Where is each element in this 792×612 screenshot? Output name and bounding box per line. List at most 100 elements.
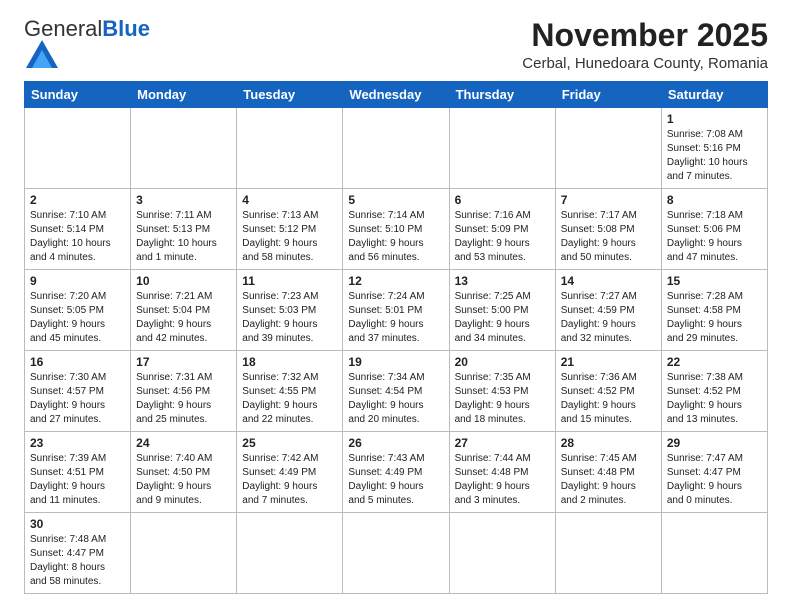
day-info: Sunrise: 7:39 AM Sunset: 4:51 PM Dayligh… <box>30 452 125 508</box>
logo-general: General <box>24 16 102 41</box>
table-row: 5Sunrise: 7:14 AM Sunset: 5:10 PM Daylig… <box>343 189 449 270</box>
table-row <box>237 108 343 189</box>
day-info: Sunrise: 7:10 AM Sunset: 5:14 PM Dayligh… <box>30 209 125 265</box>
day-number: 16 <box>30 355 125 369</box>
table-row: 18Sunrise: 7:32 AM Sunset: 4:55 PM Dayli… <box>237 351 343 432</box>
day-number: 9 <box>30 274 125 288</box>
table-row: 21 Sunrise: 7:36 AM Sunset: 4:52 PM Dayli… <box>555 351 661 432</box>
header-monday: Monday <box>131 82 237 108</box>
calendar: Sunday Monday Tuesday Wednesday Thursday… <box>24 81 768 594</box>
day-number: 24 <box>136 436 231 450</box>
day-number: 28 <box>561 436 656 450</box>
day-number: 17 <box>136 355 231 369</box>
table-row: 26Sunrise: 7:43 AM Sunset: 4:49 PM Dayli… <box>343 432 449 513</box>
table-row: 28 Sunrise: 7:45 AM Sunset: 4:48 PM Dayli… <box>555 432 661 513</box>
table-row <box>131 513 237 594</box>
table-row: 20 Sunrise: 7:35 AM Sunset: 4:53 PM Dayli… <box>449 351 555 432</box>
day-info: Sunrise: 7:35 AM Sunset: 4:53 PM Dayligh… <box>455 371 550 427</box>
day-info: Sunrise: 7:20 AM Sunset: 5:05 PM Dayligh… <box>30 290 125 346</box>
table-row: 25 Sunrise: 7:42 AM Sunset: 4:49 PM Dayli… <box>237 432 343 513</box>
day-info: Sunrise: 7:16 AM Sunset: 5:09 PM Dayligh… <box>455 209 550 265</box>
day-info: Sunrise: 7:47 AM Sunset: 4:47 PM Dayligh… <box>667 452 762 508</box>
day-info: Sunrise: 7:17 AM Sunset: 5:08 PM Dayligh… <box>561 209 656 265</box>
table-row: 15Sunrise: 7:28 AM Sunset: 4:58 PM Dayli… <box>661 270 767 351</box>
calendar-week-row: 16Sunrise: 7:30 AM Sunset: 4:57 PM Dayli… <box>25 351 768 432</box>
table-row: 19 Sunrise: 7:34 AM Sunset: 4:54 PM Dayli… <box>343 351 449 432</box>
title-block: November 2025 Cerbal, Hunedoara County, … <box>522 18 768 72</box>
day-number: 26 <box>348 436 443 450</box>
table-row: 27 Sunrise: 7:44 AM Sunset: 4:48 PM Dayli… <box>449 432 555 513</box>
day-info: Sunrise: 7:42 AM Sunset: 4:49 PM Dayligh… <box>242 452 337 508</box>
day-number: 21 <box>561 355 656 369</box>
calendar-week-row: 9 Sunrise: 7:20 AM Sunset: 5:05 PM Daylig… <box>25 270 768 351</box>
day-number: 25 <box>242 436 337 450</box>
table-row: 4 Sunrise: 7:13 AM Sunset: 5:12 PM Daylig… <box>237 189 343 270</box>
day-info: Sunrise: 7:45 AM Sunset: 4:48 PM Dayligh… <box>561 452 656 508</box>
day-info: Sunrise: 7:34 AM Sunset: 4:54 PM Dayligh… <box>348 371 443 427</box>
day-number: 12 <box>348 274 443 288</box>
day-info: Sunrise: 7:27 AM Sunset: 4:59 PM Dayligh… <box>561 290 656 346</box>
day-info: Sunrise: 7:28 AM Sunset: 4:58 PM Dayligh… <box>667 290 762 346</box>
table-row: 13Sunrise: 7:25 AM Sunset: 5:00 PM Dayli… <box>449 270 555 351</box>
day-number: 19 <box>348 355 443 369</box>
day-info: Sunrise: 7:31 AM Sunset: 4:56 PM Dayligh… <box>136 371 231 427</box>
day-number: 14 <box>561 274 656 288</box>
table-row <box>555 108 661 189</box>
page-subtitle: Cerbal, Hunedoara County, Romania <box>522 55 768 72</box>
logo-text: GeneralBlue <box>24 18 150 40</box>
table-row: 23Sunrise: 7:39 AM Sunset: 4:51 PM Dayli… <box>25 432 131 513</box>
table-row: 11 Sunrise: 7:23 AM Sunset: 5:03 PM Dayli… <box>237 270 343 351</box>
table-row: 9 Sunrise: 7:20 AM Sunset: 5:05 PM Daylig… <box>25 270 131 351</box>
day-info: Sunrise: 7:38 AM Sunset: 4:52 PM Dayligh… <box>667 371 762 427</box>
page-title: November 2025 <box>522 18 768 53</box>
day-number: 3 <box>136 193 231 207</box>
table-row: 2 Sunrise: 7:10 AM Sunset: 5:14 PM Daylig… <box>25 189 131 270</box>
table-row: 24Sunrise: 7:40 AM Sunset: 4:50 PM Dayli… <box>131 432 237 513</box>
day-number: 13 <box>455 274 550 288</box>
day-number: 29 <box>667 436 762 450</box>
day-info: Sunrise: 7:11 AM Sunset: 5:13 PM Dayligh… <box>136 209 231 265</box>
table-row <box>25 108 131 189</box>
day-info: Sunrise: 7:48 AM Sunset: 4:47 PM Dayligh… <box>30 533 125 589</box>
day-info: Sunrise: 7:32 AM Sunset: 4:55 PM Dayligh… <box>242 371 337 427</box>
table-row: 16Sunrise: 7:30 AM Sunset: 4:57 PM Dayli… <box>25 351 131 432</box>
header: GeneralBlue November 2025 Cerbal, Hunedo… <box>24 18 768 75</box>
table-row <box>555 513 661 594</box>
day-number: 30 <box>30 517 125 531</box>
header-thursday: Thursday <box>449 82 555 108</box>
calendar-week-row: 23Sunrise: 7:39 AM Sunset: 4:51 PM Dayli… <box>25 432 768 513</box>
table-row: 17 Sunrise: 7:31 AM Sunset: 4:56 PM Dayli… <box>131 351 237 432</box>
table-row: 30 Sunrise: 7:48 AM Sunset: 4:47 PM Dayli… <box>25 513 131 594</box>
day-number: 11 <box>242 274 337 288</box>
day-number: 1 <box>667 112 762 126</box>
day-info: Sunrise: 7:21 AM Sunset: 5:04 PM Dayligh… <box>136 290 231 346</box>
day-info: Sunrise: 7:36 AM Sunset: 4:52 PM Dayligh… <box>561 371 656 427</box>
table-row: 3 Sunrise: 7:11 AM Sunset: 5:13 PM Daylig… <box>131 189 237 270</box>
table-row <box>661 513 767 594</box>
calendar-week-row: 30 Sunrise: 7:48 AM Sunset: 4:47 PM Dayli… <box>25 513 768 594</box>
table-row <box>449 513 555 594</box>
page: GeneralBlue November 2025 Cerbal, Hunedo… <box>0 0 792 612</box>
day-info: Sunrise: 7:23 AM Sunset: 5:03 PM Dayligh… <box>242 290 337 346</box>
table-row: 22Sunrise: 7:38 AM Sunset: 4:52 PM Dayli… <box>661 351 767 432</box>
table-row: 8 Sunrise: 7:18 AM Sunset: 5:06 PM Daylig… <box>661 189 767 270</box>
day-info: Sunrise: 7:18 AM Sunset: 5:06 PM Dayligh… <box>667 209 762 265</box>
day-number: 8 <box>667 193 762 207</box>
day-info: Sunrise: 7:13 AM Sunset: 5:12 PM Dayligh… <box>242 209 337 265</box>
day-number: 20 <box>455 355 550 369</box>
table-row <box>131 108 237 189</box>
table-row <box>449 108 555 189</box>
day-number: 2 <box>30 193 125 207</box>
table-row: 6Sunrise: 7:16 AM Sunset: 5:09 PM Daylig… <box>449 189 555 270</box>
table-row <box>343 513 449 594</box>
day-number: 4 <box>242 193 337 207</box>
table-row <box>343 108 449 189</box>
day-info: Sunrise: 7:14 AM Sunset: 5:10 PM Dayligh… <box>348 209 443 265</box>
table-row: 10Sunrise: 7:21 AM Sunset: 5:04 PM Dayli… <box>131 270 237 351</box>
day-info: Sunrise: 7:44 AM Sunset: 4:48 PM Dayligh… <box>455 452 550 508</box>
day-number: 27 <box>455 436 550 450</box>
table-row: 7 Sunrise: 7:17 AM Sunset: 5:08 PM Daylig… <box>555 189 661 270</box>
table-row <box>237 513 343 594</box>
calendar-week-row: 1Sunrise: 7:08 AM Sunset: 5:16 PM Daylig… <box>25 108 768 189</box>
day-number: 7 <box>561 193 656 207</box>
